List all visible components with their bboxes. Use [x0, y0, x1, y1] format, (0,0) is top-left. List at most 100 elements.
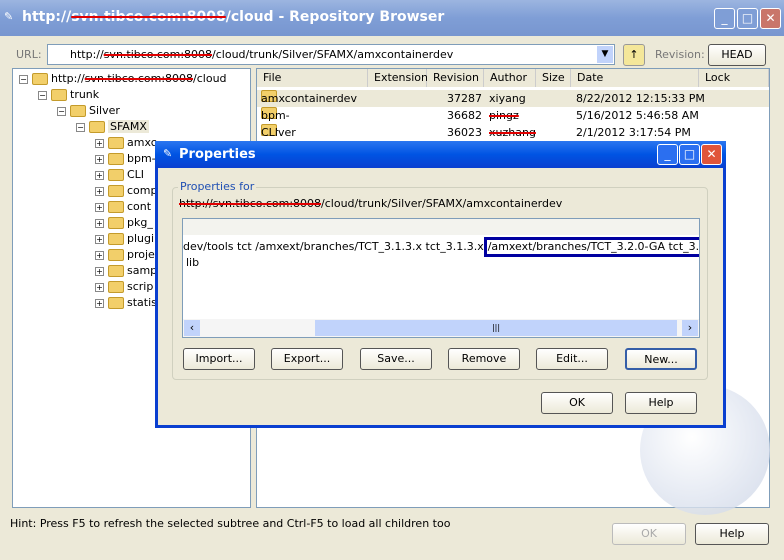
- title-suffix: /cloud - Repository Browser: [225, 9, 445, 25]
- new-button[interactable]: New...: [625, 348, 697, 370]
- file-name: amxcontainerdev: [261, 92, 357, 105]
- tree-item[interactable]: + CLI: [95, 168, 144, 181]
- folder-icon: [108, 137, 124, 149]
- folder-icon: [70, 105, 86, 117]
- tree-label: cont: [127, 200, 152, 213]
- tree-item[interactable]: + proje: [95, 248, 155, 261]
- remove-button[interactable]: Remove: [448, 348, 520, 370]
- date: 8/22/2012 12:15:33 PM: [576, 92, 705, 105]
- folder-icon: [108, 249, 124, 261]
- close-button[interactable]: ✕: [760, 8, 781, 29]
- tree-label: proje: [127, 248, 155, 261]
- dialog-maximize-button[interactable]: □: [679, 144, 700, 165]
- chevron-down-icon[interactable]: ▼: [597, 46, 613, 63]
- tree-label: CLI: [127, 168, 145, 181]
- tree-item-silver[interactable]: − Silver: [57, 104, 120, 117]
- tree-label: statis: [127, 296, 157, 309]
- tree-item[interactable]: + pkg_: [95, 216, 153, 229]
- properties-dialog: Properties ✎ _ □ ✕ Properties for http:/…: [155, 141, 726, 428]
- tree-item[interactable]: + comp: [95, 184, 157, 197]
- folder-icon: [108, 185, 124, 197]
- horizontal-scrollbar[interactable]: ‹ ||| ›: [183, 319, 699, 337]
- tree-item[interactable]: + bpm-: [95, 152, 156, 165]
- import-button[interactable]: Import...: [183, 348, 255, 370]
- export-button[interactable]: Export...: [271, 348, 343, 370]
- tree-item-sfamx[interactable]: − SFAMX: [76, 120, 149, 133]
- ok-button[interactable]: OK: [612, 523, 686, 545]
- property-value: dev/tools tct /amxext/branches/TCT_3.1.3…: [183, 240, 484, 253]
- column-header[interactable]: Date: [571, 69, 699, 87]
- column-header[interactable]: Revision: [427, 69, 484, 87]
- author: pingz: [489, 109, 519, 122]
- table-row[interactable]: CLI 36023 xuzhang 2/1/2012 3:17:54 PM: [257, 124, 769, 141]
- scroll-right-icon[interactable]: ›: [682, 320, 698, 336]
- app-icon: ✎: [4, 10, 14, 23]
- properties-list-header: [183, 219, 699, 235]
- file-name: CLI: [261, 126, 279, 139]
- column-header[interactable]: File: [257, 69, 368, 87]
- revision-button[interactable]: HEAD: [708, 44, 766, 66]
- revision: 36682: [447, 109, 482, 122]
- path-text: /cloud/trunk/Silver/SFAMX/amxcontainerde…: [321, 197, 563, 210]
- column-header[interactable]: Author: [484, 69, 536, 87]
- dialog-help-button[interactable]: Help: [625, 392, 697, 414]
- tree-item[interactable]: + samp: [95, 264, 157, 277]
- tree-label: amxc: [127, 136, 157, 149]
- tree-item[interactable]: + amxc: [95, 136, 157, 149]
- scrollbar-thumb[interactable]: |||: [315, 320, 677, 336]
- properties-list[interactable]: dev/tools tct /amxext/branches/TCT_3.1.3…: [182, 218, 700, 338]
- revision: 37287: [447, 92, 482, 105]
- dialog-title-bar: Properties: [155, 141, 726, 168]
- window-title-bar: http://svn.tibco.com:8008/cloud - Reposi…: [0, 0, 784, 36]
- column-header[interactable]: Extension: [368, 69, 428, 87]
- url-redacted: svn.tibco.com:8008: [103, 48, 213, 61]
- dialog-title: Properties: [179, 147, 256, 162]
- tree-label: pkg_: [127, 216, 153, 229]
- table-row[interactable]: amxcontainerdev 37287 xiyang 8/22/2012 12:1…: [257, 90, 769, 107]
- tree-label: samp: [127, 264, 158, 277]
- folder-icon: [108, 297, 124, 309]
- minimize-button[interactable]: _: [714, 8, 735, 29]
- property-name: lib: [186, 256, 200, 269]
- dialog-ok-button[interactable]: OK: [541, 392, 613, 414]
- save-button[interactable]: Save...: [360, 348, 432, 370]
- url-suffix: /cloud/trunk/Silver/SFAMX/amxcontainerde…: [212, 48, 454, 61]
- tree-label: scrip: [127, 280, 154, 293]
- folder-icon: [108, 265, 124, 277]
- folder-icon: [108, 217, 124, 229]
- tree-label: http://: [51, 72, 85, 85]
- folder-up-icon[interactable]: ↑: [623, 44, 645, 66]
- tree-item[interactable]: + statis: [95, 296, 157, 309]
- help-button[interactable]: Help: [695, 523, 769, 545]
- path-redacted: http://svn.tibco.com:8008: [179, 197, 322, 210]
- scroll-left-icon[interactable]: ‹: [184, 320, 200, 336]
- maximize-button[interactable]: □: [737, 8, 758, 29]
- url-text: http://: [70, 48, 104, 61]
- folder-icon: [108, 233, 124, 245]
- dialog-minimize-button[interactable]: _: [657, 144, 678, 165]
- folder-icon: [108, 153, 124, 165]
- group-label: Properties for: [178, 180, 257, 193]
- tree-root[interactable]: − http://svn.tibco.com:8008/cloud: [19, 72, 227, 85]
- folder-icon: [51, 89, 67, 101]
- tree-label: /cloud: [193, 72, 227, 85]
- title-redacted: svn.tibco.com:8008: [71, 9, 226, 25]
- tree-item-trunk[interactable]: − trunk: [38, 88, 99, 101]
- hint-text: Hint: Press F5 to refresh the selected s…: [10, 517, 451, 530]
- table-row[interactable]: bpm-server 36682 pingz 5/16/2012 5:46:58 AM: [257, 107, 769, 139]
- tree-label: plugi: [127, 232, 155, 245]
- dialog-close-button[interactable]: ✕: [701, 144, 722, 165]
- title-text: http://: [22, 9, 72, 25]
- column-header[interactable]: Lock: [699, 69, 769, 87]
- folder-icon: [32, 73, 48, 85]
- tree-item[interactable]: + scrip: [95, 280, 153, 293]
- tree-label: SFAMX: [108, 120, 149, 133]
- tree-label: comp: [127, 184, 158, 197]
- url-combobox[interactable]: http://svn.tibco.com:8008/cloud/trunk/Si…: [47, 44, 615, 65]
- revision-label: Revision:: [655, 48, 705, 61]
- edit-button[interactable]: Edit...: [536, 348, 608, 370]
- column-header[interactable]: Size: [536, 69, 571, 87]
- tree-item[interactable]: + cont: [95, 200, 151, 213]
- folder-icon: [108, 201, 124, 213]
- tree-item[interactable]: + plugi: [95, 232, 154, 245]
